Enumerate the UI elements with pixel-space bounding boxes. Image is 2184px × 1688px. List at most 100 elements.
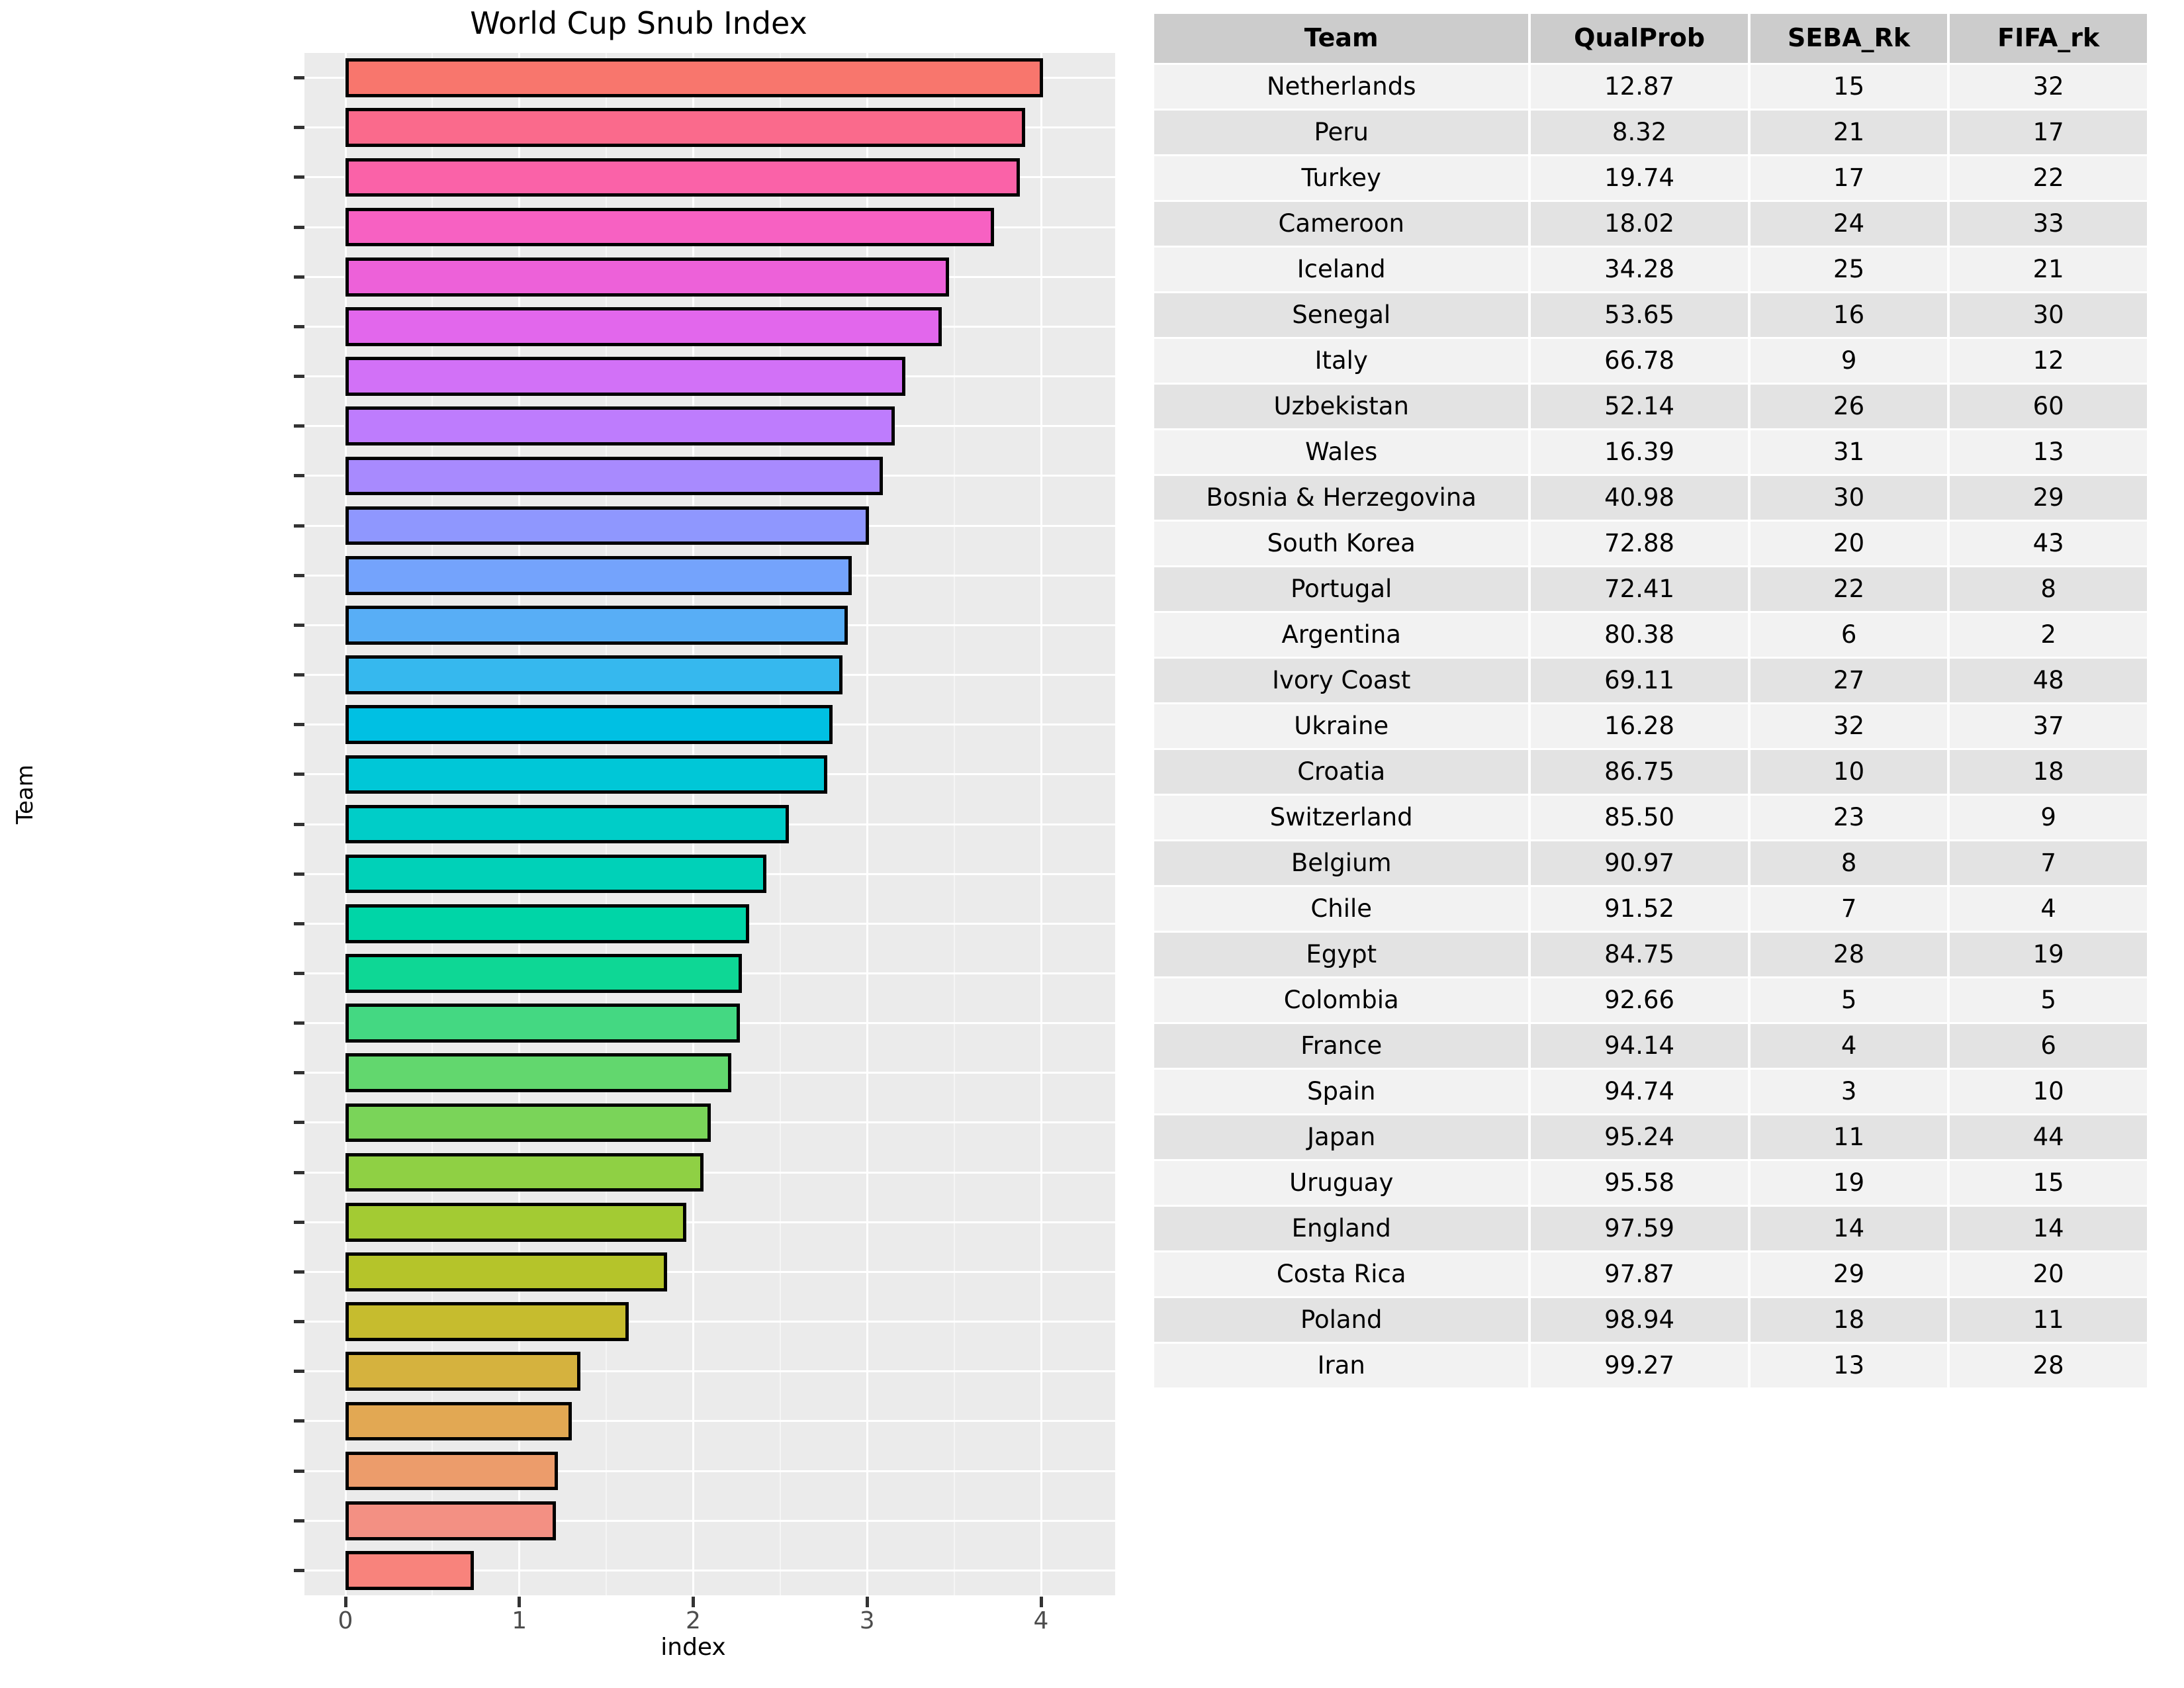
y-tick-mark: [294, 1170, 304, 1174]
bar-croatia[interactable]: [345, 804, 789, 844]
table-row[interactable]: France 94.14 4 6: [1154, 1024, 2147, 1068]
table-row[interactable]: Ivory Coast 69.11 27 48: [1154, 659, 2147, 702]
table-row[interactable]: Uruguay 95.58 19 15: [1154, 1161, 2147, 1205]
bar-germany[interactable]: [345, 1501, 556, 1540]
cell-fifa-rk: 17: [1950, 111, 2147, 154]
table-row[interactable]: Japan 95.24 11 44: [1154, 1115, 2147, 1159]
column-header-team[interactable]: Team: [1154, 14, 1529, 63]
column-header-fifa-rk[interactable]: FIFA_rk: [1950, 14, 2147, 63]
table-row[interactable]: Italy 66.78 9 12: [1154, 339, 2147, 383]
cell-fifa-rk: 22: [1950, 156, 2147, 200]
y-axis-title: Team: [12, 765, 38, 824]
bar-spain[interactable]: [345, 1152, 704, 1192]
bar-iran[interactable]: [345, 1451, 558, 1491]
bar-colombia[interactable]: [345, 1053, 732, 1093]
bar-japan[interactable]: [345, 1202, 686, 1242]
bar-italy[interactable]: [345, 357, 906, 396]
x-tick-mark-2: [692, 1597, 695, 1607]
cell-qualprob: 97.87: [1531, 1252, 1748, 1296]
bar-ivory-coast[interactable]: [345, 705, 833, 744]
y-tick-mark: [294, 1220, 304, 1224]
bar-egypt[interactable]: [345, 1004, 741, 1043]
cell-team: Spain: [1154, 1070, 1529, 1113]
table-row[interactable]: Ukraine 16.28 32 37: [1154, 704, 2147, 748]
table-row[interactable]: Iceland 34.28 25 21: [1154, 248, 2147, 291]
table-row[interactable]: Senegal 53.65 16 30: [1154, 293, 2147, 337]
table-row[interactable]: Belgium 90.97 8 7: [1154, 841, 2147, 885]
bar-south-korea[interactable]: [345, 555, 852, 595]
table-row[interactable]: Argentina 80.38 6 2: [1154, 613, 2147, 657]
bar-france[interactable]: [345, 1103, 711, 1143]
table-row[interactable]: South Korea 72.88 20 43: [1154, 522, 2147, 565]
table-row[interactable]: Chile 91.52 7 4: [1154, 887, 2147, 931]
bar-mexico[interactable]: [345, 1551, 475, 1590]
bar-wales[interactable]: [345, 456, 883, 496]
cell-seba-rk: 9: [1750, 339, 1948, 383]
snub-index-table-panel: Team QualProb SEBA_Rk FIFA_rk Netherland…: [1125, 0, 2184, 1688]
cell-team: Belgium: [1154, 841, 1529, 885]
cell-qualprob: 84.75: [1531, 933, 1748, 976]
table-row[interactable]: Cameroon 18.02 24 33: [1154, 202, 2147, 246]
table-row[interactable]: Poland 98.94 18 11: [1154, 1298, 2147, 1342]
bar-senegal[interactable]: [345, 307, 942, 346]
table-row[interactable]: Uzbekistan 52.14 26 60: [1154, 385, 2147, 428]
table-row[interactable]: Bosnia & Herzegovina 40.98 30 29: [1154, 476, 2147, 520]
y-tick-mark: [294, 1320, 304, 1324]
bar-argentina[interactable]: [345, 655, 843, 694]
bar-cameroon[interactable]: [345, 207, 995, 247]
table-row[interactable]: Switzerland 85.50 23 9: [1154, 796, 2147, 839]
column-header-qualprob[interactable]: QualProb: [1531, 14, 1748, 63]
bar-peru[interactable]: [345, 108, 1026, 148]
bar-belgium[interactable]: [345, 904, 749, 943]
x-tick-label-4: 4: [1033, 1607, 1049, 1634]
bar-bosnia-herzegovina[interactable]: [345, 506, 869, 545]
bar-uruguay[interactable]: [345, 1252, 668, 1291]
table-row[interactable]: Egypt 84.75 28 19: [1154, 933, 2147, 976]
table-row[interactable]: Colombia 92.66 5 5: [1154, 978, 2147, 1022]
cell-seba-rk: 20: [1750, 522, 1948, 565]
bar-netherlands[interactable]: [345, 58, 1043, 97]
cell-qualprob: 85.50: [1531, 796, 1748, 839]
cell-team: Bosnia & Herzegovina: [1154, 476, 1529, 520]
cell-seba-rk: 31: [1750, 430, 1948, 474]
cell-qualprob: 94.14: [1531, 1024, 1748, 1068]
cell-qualprob: 72.88: [1531, 522, 1748, 565]
column-header-seba-rk[interactable]: SEBA_Rk: [1750, 14, 1948, 63]
table-row[interactable]: England 97.59 14 14: [1154, 1207, 2147, 1250]
cell-team: Cameroon: [1154, 202, 1529, 246]
table-row[interactable]: Portugal 72.41 22 8: [1154, 567, 2147, 611]
bar-chile[interactable]: [345, 954, 743, 993]
bar-poland[interactable]: [345, 1401, 572, 1441]
y-tick-mark: [294, 474, 304, 478]
y-tick-mark: [294, 623, 304, 627]
bar-turkey[interactable]: [345, 158, 1021, 197]
table-row[interactable]: Costa Rica 97.87 29 20: [1154, 1252, 2147, 1296]
table-row[interactable]: Turkey 19.74 17 22: [1154, 156, 2147, 200]
table-row[interactable]: Croatia 86.75 10 18: [1154, 750, 2147, 794]
y-tick-mark: [294, 822, 304, 826]
y-tick-mark: [294, 76, 304, 80]
x-tick-label-2: 2: [686, 1607, 701, 1634]
bar-england[interactable]: [345, 1302, 629, 1341]
bar-costa-rica[interactable]: [345, 1352, 580, 1391]
cell-qualprob: 95.58: [1531, 1161, 1748, 1205]
cell-fifa-rk: 15: [1950, 1161, 2147, 1205]
bar-portugal[interactable]: [345, 606, 848, 645]
table-row[interactable]: Netherlands 12.87 15 32: [1154, 65, 2147, 109]
cell-team: Turkey: [1154, 156, 1529, 200]
table-row[interactable]: Wales 16.39 31 13: [1154, 430, 2147, 474]
cell-qualprob: 97.59: [1531, 1207, 1748, 1250]
table-row[interactable]: Iran 99.27 13 28: [1154, 1344, 2147, 1387]
table-row[interactable]: Peru 8.32 21 17: [1154, 111, 2147, 154]
bar-uzbekistan[interactable]: [345, 406, 895, 446]
x-tick-mark-4: [1039, 1597, 1043, 1607]
x-axis-title: index: [660, 1634, 726, 1661]
cell-qualprob: 40.98: [1531, 476, 1748, 520]
table-row[interactable]: Spain 94.74 3 10: [1154, 1070, 2147, 1113]
cell-fifa-rk: 19: [1950, 933, 2147, 976]
cell-seba-rk: 16: [1750, 293, 1948, 337]
y-tick-mark: [294, 1519, 304, 1523]
bar-ukraine[interactable]: [345, 755, 827, 794]
bar-switzerland[interactable]: [345, 854, 766, 894]
bar-iceland[interactable]: [345, 257, 949, 297]
